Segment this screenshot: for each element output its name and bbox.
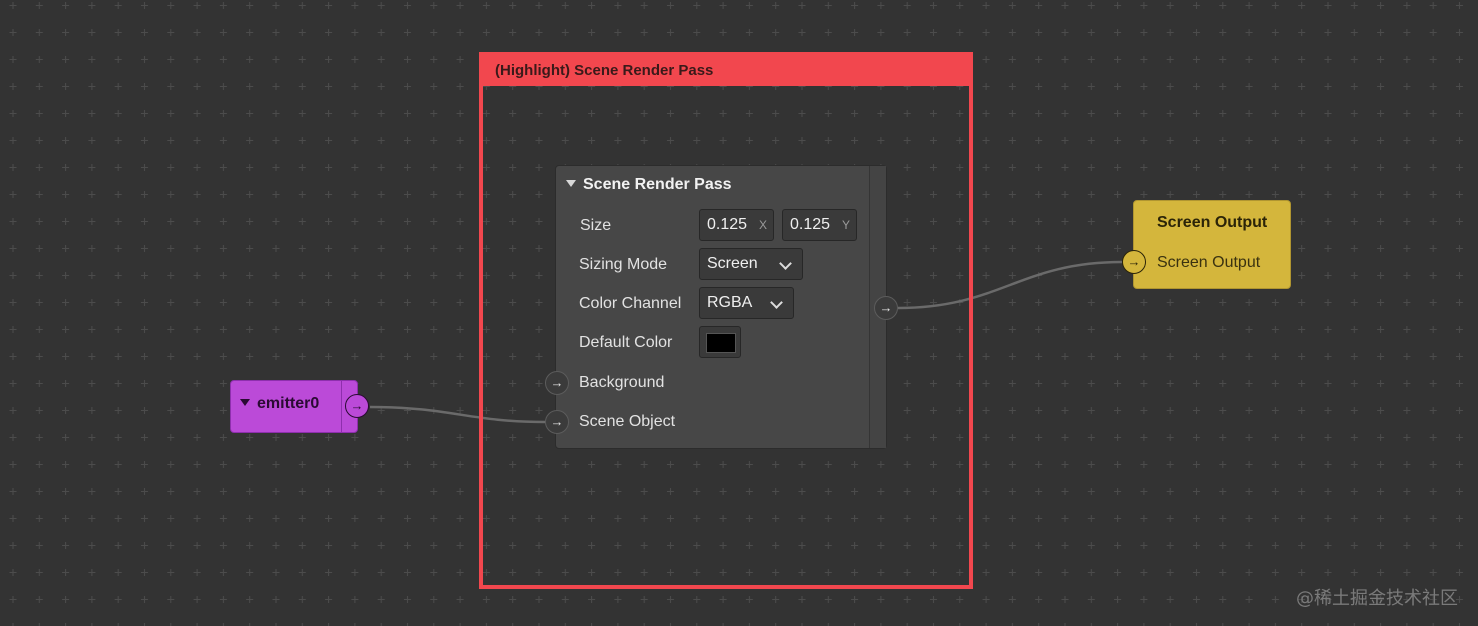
arrow-right-icon: →: [350, 398, 364, 413]
arrow-right-icon: →: [879, 300, 893, 315]
default-color-label: Default Color: [579, 334, 673, 351]
node-title[interactable]: Scene Render Pass: [566, 176, 732, 194]
screen-output-port-label: Screen Output: [1157, 254, 1261, 271]
arrow-right-icon: →: [1127, 254, 1141, 269]
emitter-node[interactable]: emitter0: [230, 380, 358, 433]
sizing-mode-label: Sizing Mode: [579, 256, 668, 273]
chevron-down-icon: [770, 296, 783, 309]
color-channel-label: Color Channel: [579, 295, 682, 312]
background-port-label: Background: [579, 374, 665, 391]
collapse-triangle-icon[interactable]: [240, 399, 250, 406]
size-x-input[interactable]: 0.125 X: [699, 209, 774, 241]
size-x-value: 0.125: [707, 216, 748, 233]
scene-object-port-label: Scene Object: [579, 413, 676, 430]
arrow-right-icon: →: [550, 414, 564, 429]
render-pass-output-port[interactable]: →: [874, 296, 898, 320]
emitter-output-strip: [341, 381, 342, 432]
size-y-axis-label: Y: [841, 218, 850, 232]
scene-object-input-port[interactable]: →: [545, 410, 569, 434]
highlight-group-title[interactable]: (Highlight) Scene Render Pass: [483, 56, 969, 86]
default-color-picker[interactable]: [699, 326, 741, 358]
size-y-input[interactable]: 0.125 Y: [782, 209, 857, 241]
default-color-swatch: [706, 333, 736, 353]
emitter-title[interactable]: emitter0: [240, 395, 319, 413]
collapse-triangle-icon[interactable]: [566, 180, 576, 187]
arrow-right-icon: →: [550, 375, 564, 390]
chevron-down-icon: [779, 257, 792, 270]
background-input-port[interactable]: →: [545, 371, 569, 395]
watermark-text: @稀土掘金技术社区: [1296, 588, 1458, 609]
sizing-mode-value: Screen: [707, 255, 758, 272]
screen-output-title[interactable]: Screen Output: [1157, 214, 1267, 232]
sizing-mode-select[interactable]: Screen: [699, 248, 803, 280]
screen-output-node[interactable]: Screen Output Screen Output: [1133, 200, 1291, 289]
emitter-output-port[interactable]: →: [345, 394, 369, 418]
size-y-value: 0.125: [790, 216, 831, 233]
size-label: Size: [580, 217, 612, 234]
color-channel-select[interactable]: RGBA: [699, 287, 794, 319]
color-channel-value: RGBA: [707, 294, 753, 311]
emitter-title-text: emitter0: [257, 395, 320, 412]
size-x-axis-label: X: [758, 218, 767, 232]
screen-output-input-port[interactable]: →: [1122, 250, 1146, 274]
node-title-text: Scene Render Pass: [583, 176, 732, 193]
